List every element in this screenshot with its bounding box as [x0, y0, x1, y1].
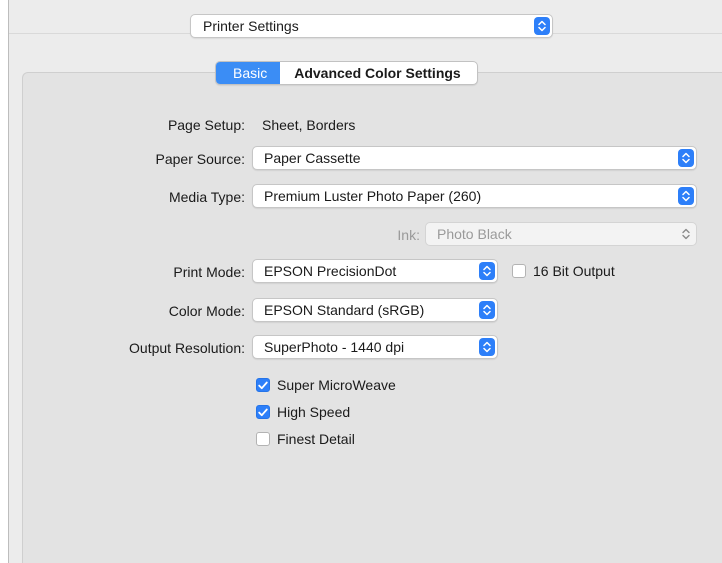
ink-popup[interactable]: Photo Black: [425, 222, 697, 246]
paper-source-popup[interactable]: Paper Cassette: [252, 146, 697, 170]
super-microweave-checkbox[interactable]: [256, 378, 270, 392]
tab-basic[interactable]: Basic: [216, 62, 281, 84]
super-microweave-label: Super MicroWeave: [277, 377, 396, 393]
checkmark-icon: [258, 381, 268, 389]
updown-chevron-icon: [678, 187, 694, 205]
page-setup-label: Page Setup:: [167, 117, 245, 133]
ink-label: Ink:: [397, 227, 420, 243]
updown-chevron-icon: [479, 262, 495, 280]
checkmark-icon: [258, 408, 268, 416]
high-speed-checkbox[interactable]: [256, 405, 270, 419]
tab-advanced-color-settings[interactable]: Advanced Color Settings: [280, 62, 476, 84]
updown-chevron-icon: [479, 301, 495, 319]
updown-chevron-icon: [678, 149, 694, 167]
tab-bar: Basic Advanced Color Settings: [215, 61, 478, 85]
print-mode-popup[interactable]: EPSON PrecisionDot: [252, 259, 498, 283]
updown-chevron-icon: [479, 338, 495, 356]
finest-detail-checkbox[interactable]: [256, 432, 270, 446]
output-resolution-popup[interactable]: SuperPhoto - 1440 dpi: [252, 335, 498, 359]
bit-output-checkbox[interactable]: [512, 264, 526, 278]
bit-output-checkbox-row[interactable]: 16 Bit Output: [512, 263, 615, 279]
media-type-popup[interactable]: Premium Luster Photo Paper (260): [252, 184, 697, 208]
panel-selector-popup[interactable]: Printer Settings: [190, 14, 553, 38]
high-speed-label: High Speed: [277, 404, 351, 420]
output-resolution-value: SuperPhoto - 1440 dpi: [264, 339, 405, 355]
page-setup-value: Sheet, Borders: [262, 117, 356, 133]
bit-output-label: 16 Bit Output: [533, 263, 615, 279]
paper-source-value: Paper Cassette: [264, 150, 361, 166]
color-mode-label: Color Mode:: [168, 303, 245, 319]
ink-value: Photo Black: [437, 226, 512, 242]
finest-detail-checkbox-row[interactable]: Finest Detail: [256, 431, 355, 447]
high-speed-checkbox-row[interactable]: High Speed: [256, 404, 350, 420]
output-resolution-label: Output Resolution:: [129, 340, 245, 356]
finest-detail-label: Finest Detail: [277, 431, 355, 447]
color-mode-popup[interactable]: EPSON Standard (sRGB): [252, 298, 498, 322]
updown-chevron-icon: [534, 17, 550, 35]
super-microweave-checkbox-row[interactable]: Super MicroWeave: [256, 377, 396, 393]
print-mode-label: Print Mode:: [173, 264, 245, 280]
panel-selector-label: Printer Settings: [203, 18, 299, 34]
print-mode-value: EPSON PrecisionDot: [264, 263, 397, 279]
paper-source-label: Paper Source:: [155, 151, 246, 167]
media-type-value: Premium Luster Photo Paper (260): [264, 188, 482, 204]
media-type-label: Media Type:: [168, 189, 245, 205]
color-mode-value: EPSON Standard (sRGB): [264, 302, 425, 318]
updown-chevron-icon: [678, 225, 694, 243]
